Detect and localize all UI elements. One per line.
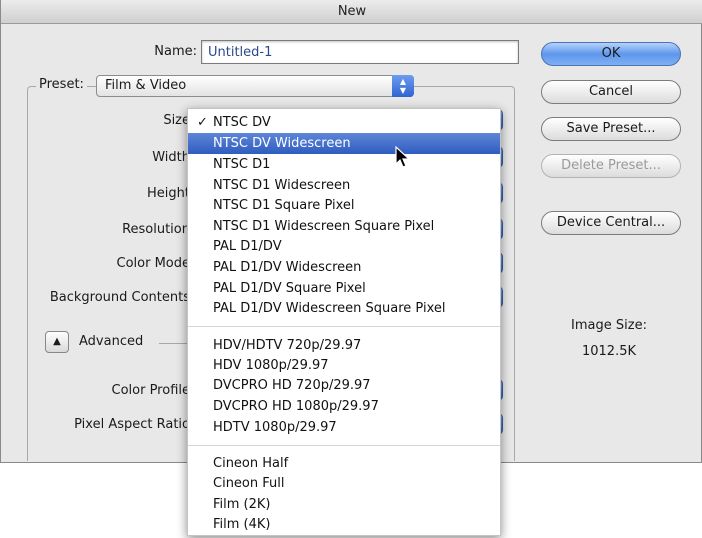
color-profile-label: Color Profile	[111, 383, 191, 398]
preset-label: Preset:	[36, 77, 87, 92]
name-input[interactable]	[202, 41, 518, 63]
menu-item-cineon-half[interactable]: Cineon Half	[188, 453, 500, 474]
menu-item-ntsc-d1-square-pixel[interactable]: NTSC D1 Square Pixel	[188, 195, 500, 216]
menu-item-label: NTSC DV	[213, 115, 271, 130]
menu-item-dvcpro-hd-720p[interactable]: DVCPRO HD 720p/29.97	[188, 375, 500, 396]
pixel-aspect-ratio-label: Pixel Aspect Ratio	[74, 417, 190, 432]
menu-item-hdv-hdtv-720p[interactable]: HDV/HDTV 720p/29.97	[188, 335, 500, 356]
menu-item-pal-d1-dv-widescreen[interactable]: PAL D1/DV Widescreen	[188, 257, 500, 278]
disclosure-triangle-icon: ▲	[53, 336, 61, 347]
color-mode-label: Color Mode	[116, 256, 191, 271]
preset-popup[interactable]: Film & Video ▲ ▼	[96, 75, 414, 97]
height-label: Height	[147, 186, 190, 201]
menu-item-ntsc-dv-widescreen[interactable]: NTSC DV Widescreen	[188, 133, 500, 154]
size-popup-menu: ✓ NTSC DV NTSC DV Widescreen NTSC D1 NTS…	[187, 108, 501, 536]
menu-item-film-4k[interactable]: Film (4K)	[188, 514, 500, 535]
device-central-button[interactable]: Device Central...	[541, 211, 681, 235]
advanced-disclosure-button[interactable]: ▲	[45, 331, 69, 353]
advanced-label: Advanced	[79, 334, 144, 349]
advanced-divider	[159, 343, 189, 344]
resolution-label: Resolution	[122, 222, 190, 237]
size-label: Size	[163, 113, 190, 128]
menu-separator	[188, 326, 500, 327]
menu-item-pal-d1-dv[interactable]: PAL D1/DV	[188, 236, 500, 257]
name-label: Name:	[154, 44, 197, 59]
menu-item-film-2k[interactable]: Film (2K)	[188, 494, 500, 515]
preset-value: Film & Video	[105, 78, 187, 93]
menu-item-pal-d1-dv-square-pixel[interactable]: PAL D1/DV Square Pixel	[188, 278, 500, 299]
menu-item-hdv-1080p[interactable]: HDV 1080p/29.97	[188, 355, 500, 376]
ok-button[interactable]: OK	[541, 42, 681, 66]
menu-item-dvcpro-hd-1080p[interactable]: DVCPRO HD 1080p/29.97	[188, 396, 500, 417]
dialog-title: New	[1, 0, 702, 24]
image-size-value: 1012.5K	[581, 344, 636, 359]
menu-separator	[188, 445, 500, 446]
arrow-cursor-icon	[395, 146, 411, 168]
menu-item-ntsc-d1-widescreen-square-pixel[interactable]: NTSC D1 Widescreen Square Pixel	[188, 216, 500, 237]
cancel-button[interactable]: Cancel	[541, 80, 681, 104]
width-label: Width	[152, 150, 190, 165]
menu-item-hdtv-1080p[interactable]: HDTV 1080p/29.97	[188, 417, 500, 438]
image-size-label: Image Size:	[571, 318, 647, 333]
delete-preset-button[interactable]: Delete Preset...	[541, 154, 681, 178]
name-field[interactable]	[201, 40, 519, 64]
menu-item-ntsc-dv[interactable]: ✓ NTSC DV	[188, 112, 500, 133]
save-preset-button[interactable]: Save Preset...	[541, 117, 681, 141]
menu-item-ntsc-d1-widescreen[interactable]: NTSC D1 Widescreen	[188, 175, 500, 196]
menu-item-cineon-full[interactable]: Cineon Full	[188, 473, 500, 494]
menu-item-ntsc-d1[interactable]: NTSC D1	[188, 154, 500, 175]
popup-stepper-icon: ▲ ▼	[392, 75, 414, 97]
menu-item-pal-d1-dv-widescreen-square-pixel[interactable]: PAL D1/DV Widescreen Square Pixel	[188, 298, 500, 319]
background-contents-label: Background Contents	[49, 290, 190, 305]
checkmark-icon: ✓	[197, 115, 208, 130]
